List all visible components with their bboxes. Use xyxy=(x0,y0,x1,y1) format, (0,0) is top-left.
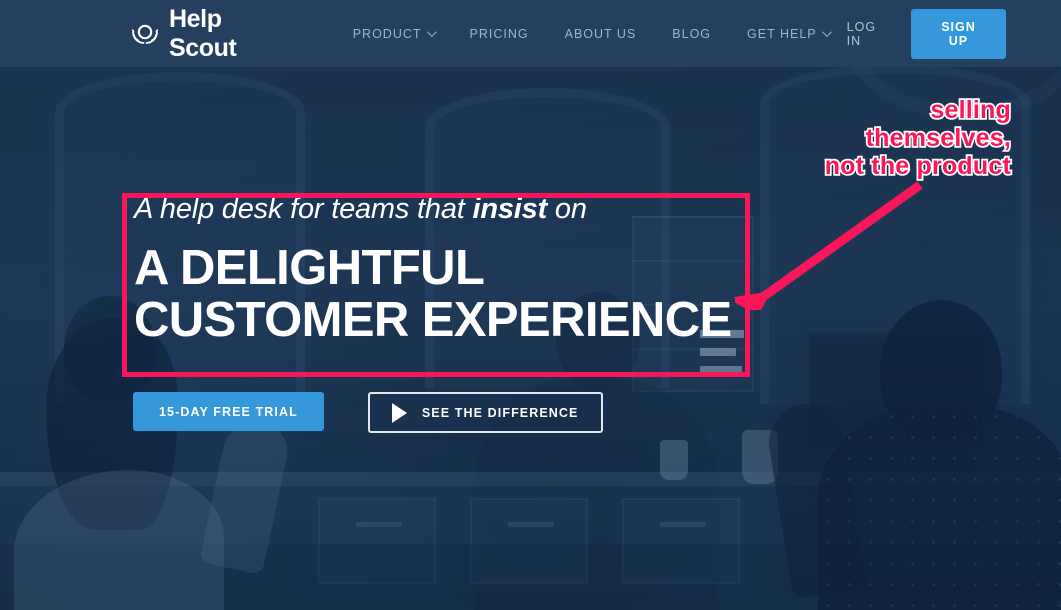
nav-item-get-help[interactable]: GET HELP xyxy=(729,27,847,41)
brand-logo[interactable]: Help Scout xyxy=(130,5,283,63)
nav-item-blog[interactable]: BLOG xyxy=(654,27,729,41)
hero-eyebrow-pre: A help desk for teams that xyxy=(134,193,473,225)
hero-title-line-2: CUSTOMER EXPERIENCE xyxy=(134,293,732,348)
hero-eyebrow-emphasis: insist xyxy=(472,193,548,225)
nav-item-product[interactable]: PRODUCT xyxy=(335,27,452,41)
laurel-wreath-icon xyxy=(130,19,160,49)
chevron-down-icon xyxy=(426,27,437,38)
nav-item-product-label: PRODUCT xyxy=(352,26,422,41)
hero-cta-row: 15-DAY FREE TRIAL SEE THE DIFFERENCE xyxy=(133,392,603,433)
page-title: A DELIGHTFUL CUSTOMER EXPERIENCE xyxy=(134,242,754,347)
signup-button[interactable]: SIGN UP xyxy=(910,8,1006,59)
annotation-note: selling themselves, not the product xyxy=(823,94,1013,182)
nav-item-about-us-label: ABOUT US xyxy=(564,26,637,41)
nav-account-actions: LOG IN SIGN UP xyxy=(847,8,1006,59)
hero-headline-block: A help desk for teams that insist on A D… xyxy=(134,193,754,347)
primary-nav-links: PRODUCT PRICING ABOUT US BLOG GET HELP xyxy=(335,27,847,41)
see-the-difference-label: SEE THE DIFFERENCE xyxy=(421,405,579,420)
login-link[interactable]: LOG IN xyxy=(847,20,889,48)
top-navigation-bar: Help Scout PRODUCT PRICING ABOUT US BLOG… xyxy=(0,0,1061,67)
hero-title-line-1: A DELIGHTFUL xyxy=(134,241,485,295)
nav-item-get-help-label: GET HELP xyxy=(747,26,817,41)
free-trial-button[interactable]: 15-DAY FREE TRIAL xyxy=(133,392,324,431)
brand-name: Help Scout xyxy=(169,4,237,62)
hero-eyebrow: A help desk for teams that insist on xyxy=(134,193,754,226)
annotation-line-1: selling xyxy=(929,94,1013,126)
nav-item-pricing-label: PRICING xyxy=(469,26,529,41)
see-the-difference-button[interactable]: SEE THE DIFFERENCE xyxy=(367,392,603,433)
chevron-down-icon xyxy=(821,27,832,38)
nav-item-blog-label: BLOG xyxy=(672,26,712,41)
play-icon xyxy=(391,402,407,423)
nav-item-about-us[interactable]: ABOUT US xyxy=(547,27,655,41)
annotation-line-2: themselves, xyxy=(864,122,1013,154)
nav-item-pricing[interactable]: PRICING xyxy=(452,27,547,41)
hero-eyebrow-post: on xyxy=(547,193,587,225)
arrow-down-left-icon xyxy=(735,181,923,310)
